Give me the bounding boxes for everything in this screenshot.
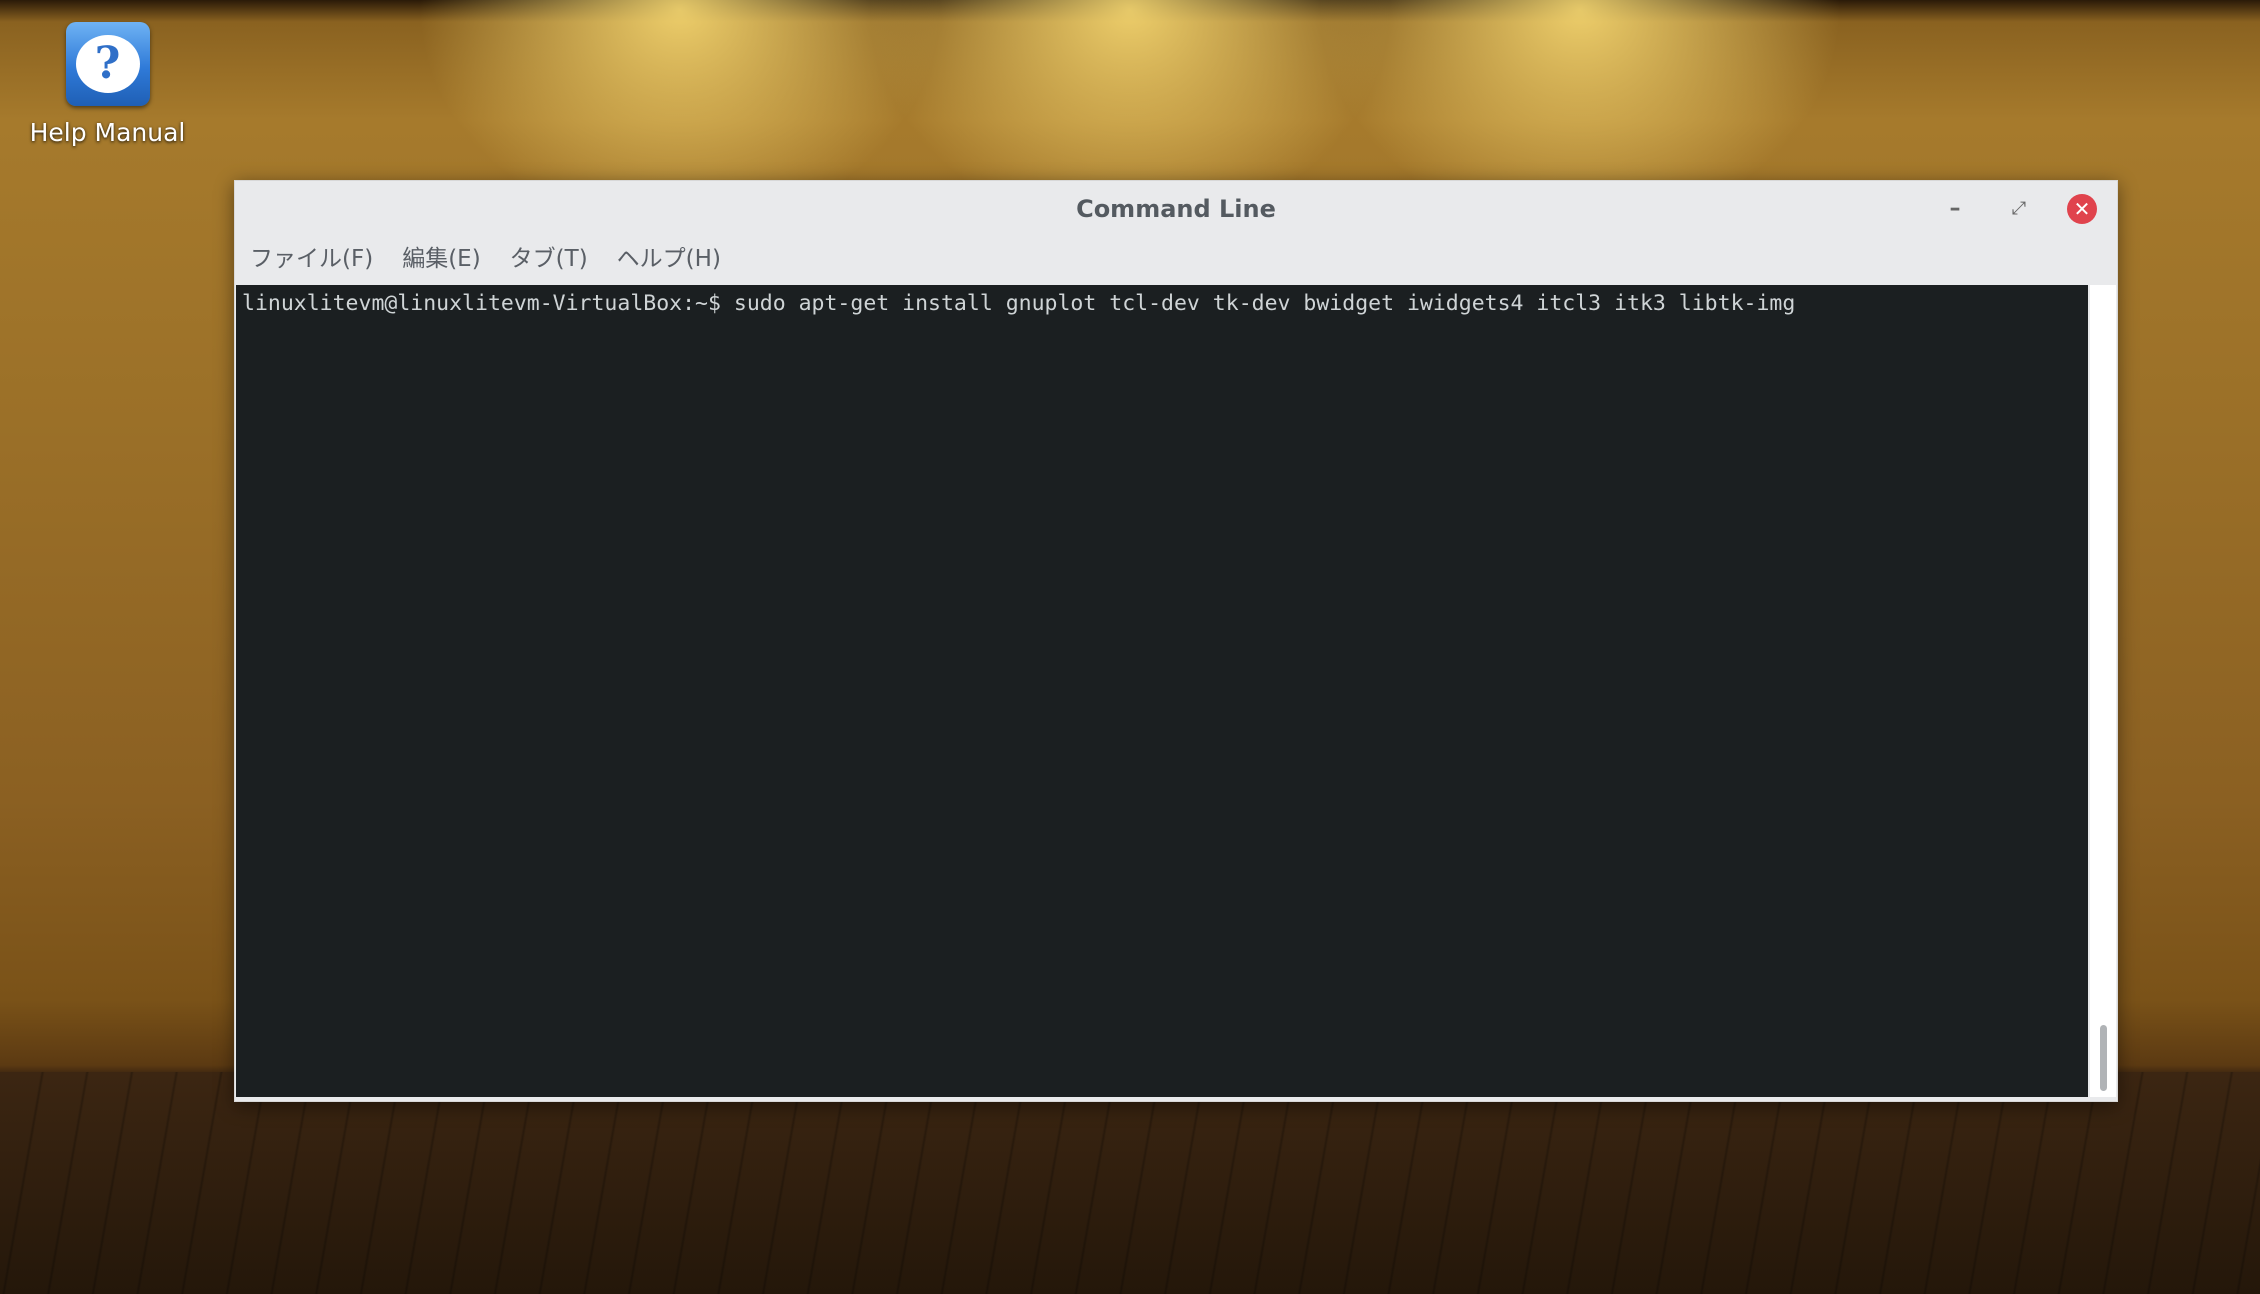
help-icon: ?	[65, 22, 150, 106]
help-icon-question-mark: ?	[75, 35, 140, 93]
window-title: Command Line	[1076, 195, 1276, 223]
desktop: ? Help Manual Command Line – ⤢ ✕ ファイル(F)…	[0, 0, 2260, 1294]
menu-help[interactable]: ヘルプ(H)	[617, 239, 721, 273]
close-button[interactable]: ✕	[2067, 194, 2097, 224]
scrollbar-thumb[interactable]	[2100, 1025, 2107, 1091]
menu-file[interactable]: ファイル(F)	[250, 239, 373, 273]
maximize-button[interactable]: ⤢	[2003, 193, 2035, 225]
menu-tabs[interactable]: タブ(T)	[510, 239, 588, 273]
terminal-command-line: linuxlitevm@linuxlitevm-VirtualBox:~$ su…	[242, 291, 1796, 316]
desktop-floor	[0, 1072, 2260, 1294]
terminal-output[interactable]: linuxlitevm@linuxlitevm-VirtualBox:~$ su…	[236, 285, 2088, 1097]
terminal-window: Command Line – ⤢ ✕ ファイル(F) 編集(E) タブ(T) ヘ…	[234, 180, 2118, 1102]
menu-bar: ファイル(F) 編集(E) タブ(T) ヘルプ(H)	[235, 237, 2117, 275]
title-bar[interactable]: Command Line – ⤢ ✕	[235, 181, 2117, 237]
scrollbar[interactable]	[2090, 285, 2116, 1097]
minimize-button[interactable]: –	[1939, 193, 1971, 225]
menu-edit[interactable]: 編集(E)	[402, 239, 480, 273]
desktop-icon-label: Help Manual	[29, 118, 186, 147]
desktop-icon-help-manual[interactable]: ? Help Manual	[20, 22, 195, 147]
